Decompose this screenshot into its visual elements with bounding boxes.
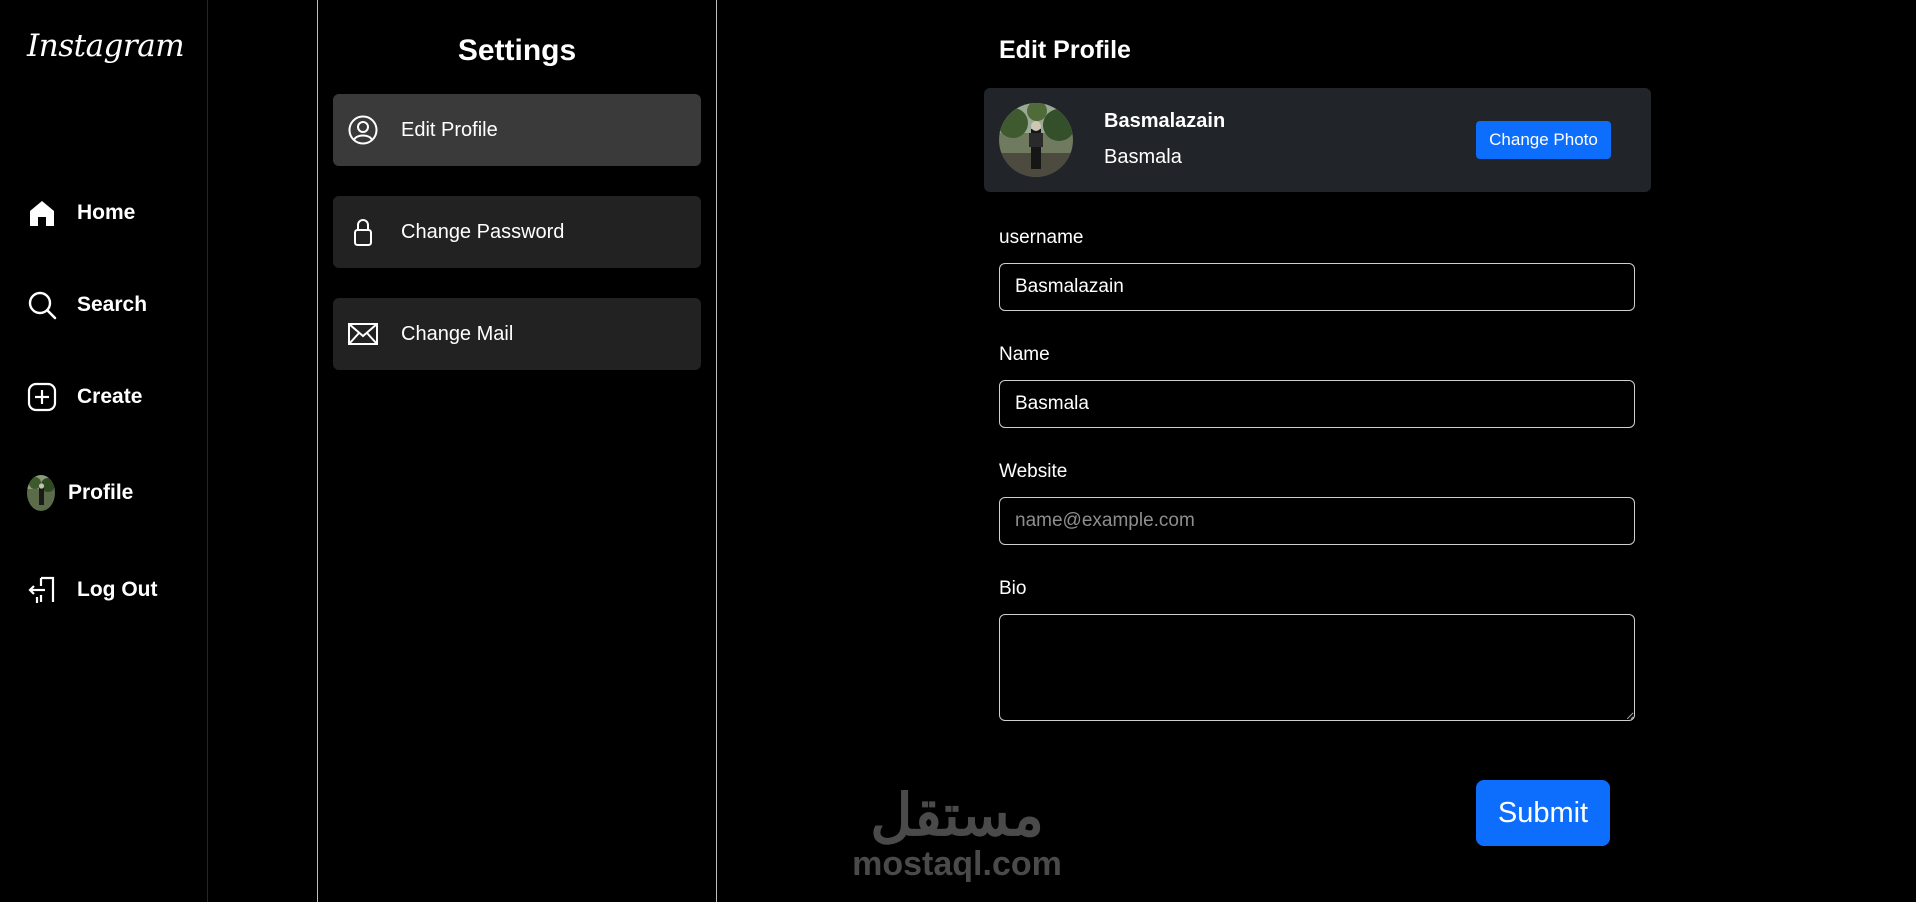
website-label: Website — [999, 461, 1068, 482]
settings-title: Settings — [457, 34, 577, 67]
nav-item-label: Search — [77, 293, 148, 316]
envelope-icon — [347, 318, 379, 350]
nav-item-label: Create — [77, 385, 143, 408]
nav-item-label: Log Out — [77, 578, 158, 601]
avatar — [999, 103, 1073, 177]
nav-item-logout[interactable]: Log Out — [27, 572, 157, 608]
watermark-arabic: مستقل — [870, 783, 1044, 848]
settings-item-label: Change Mail — [401, 322, 514, 345]
username-field[interactable] — [999, 263, 1635, 311]
home-icon — [27, 198, 57, 228]
instagram-logo[interactable]: Instagram — [27, 28, 185, 64]
bio-label: Bio — [999, 578, 1027, 599]
sidebar-nav: Instagram Home Search Create Profile Log… — [0, 0, 208, 902]
search-icon — [27, 290, 57, 320]
logout-icon — [27, 575, 57, 605]
name-label: Name — [999, 344, 1050, 365]
page-title: Edit Profile — [999, 36, 1131, 64]
settings-item-label: Change Password — [401, 220, 565, 243]
divider-right — [716, 0, 717, 902]
lock-icon — [347, 216, 379, 248]
user-circle-icon — [347, 114, 379, 146]
plus-square-icon — [27, 382, 57, 412]
profile-name: Basmala — [1104, 146, 1182, 168]
nav-item-search[interactable]: Search — [27, 287, 147, 323]
avatar — [27, 475, 55, 511]
bio-field[interactable] — [999, 614, 1635, 721]
watermark: مستقل mostaql.com — [842, 783, 1072, 883]
username-label: username — [999, 227, 1084, 248]
settings-panel: Settings Edit Profile Change Password Ch… — [318, 0, 716, 902]
profile-username: Basmalazain — [1104, 110, 1226, 132]
settings-item-change-mail[interactable]: Change Mail — [333, 298, 701, 370]
nav-item-create[interactable]: Create — [27, 379, 142, 415]
nav-item-label: Home — [77, 201, 136, 224]
website-field[interactable] — [999, 497, 1635, 545]
settings-item-edit-profile[interactable]: Edit Profile — [333, 94, 701, 166]
settings-item-label: Edit Profile — [401, 118, 498, 141]
submit-button[interactable]: Submit — [1476, 780, 1610, 846]
change-photo-button[interactable]: Change Photo — [1476, 121, 1611, 159]
nav-item-label: Profile — [68, 481, 134, 504]
nav-item-home[interactable]: Home — [27, 195, 135, 231]
settings-item-change-password[interactable]: Change Password — [333, 196, 701, 268]
nav-item-profile[interactable]: Profile — [27, 475, 133, 511]
name-field[interactable] — [999, 380, 1635, 428]
watermark-latin: mostaql.com — [852, 845, 1062, 883]
profile-card: Basmalazain Basmala Change Photo — [984, 88, 1651, 192]
